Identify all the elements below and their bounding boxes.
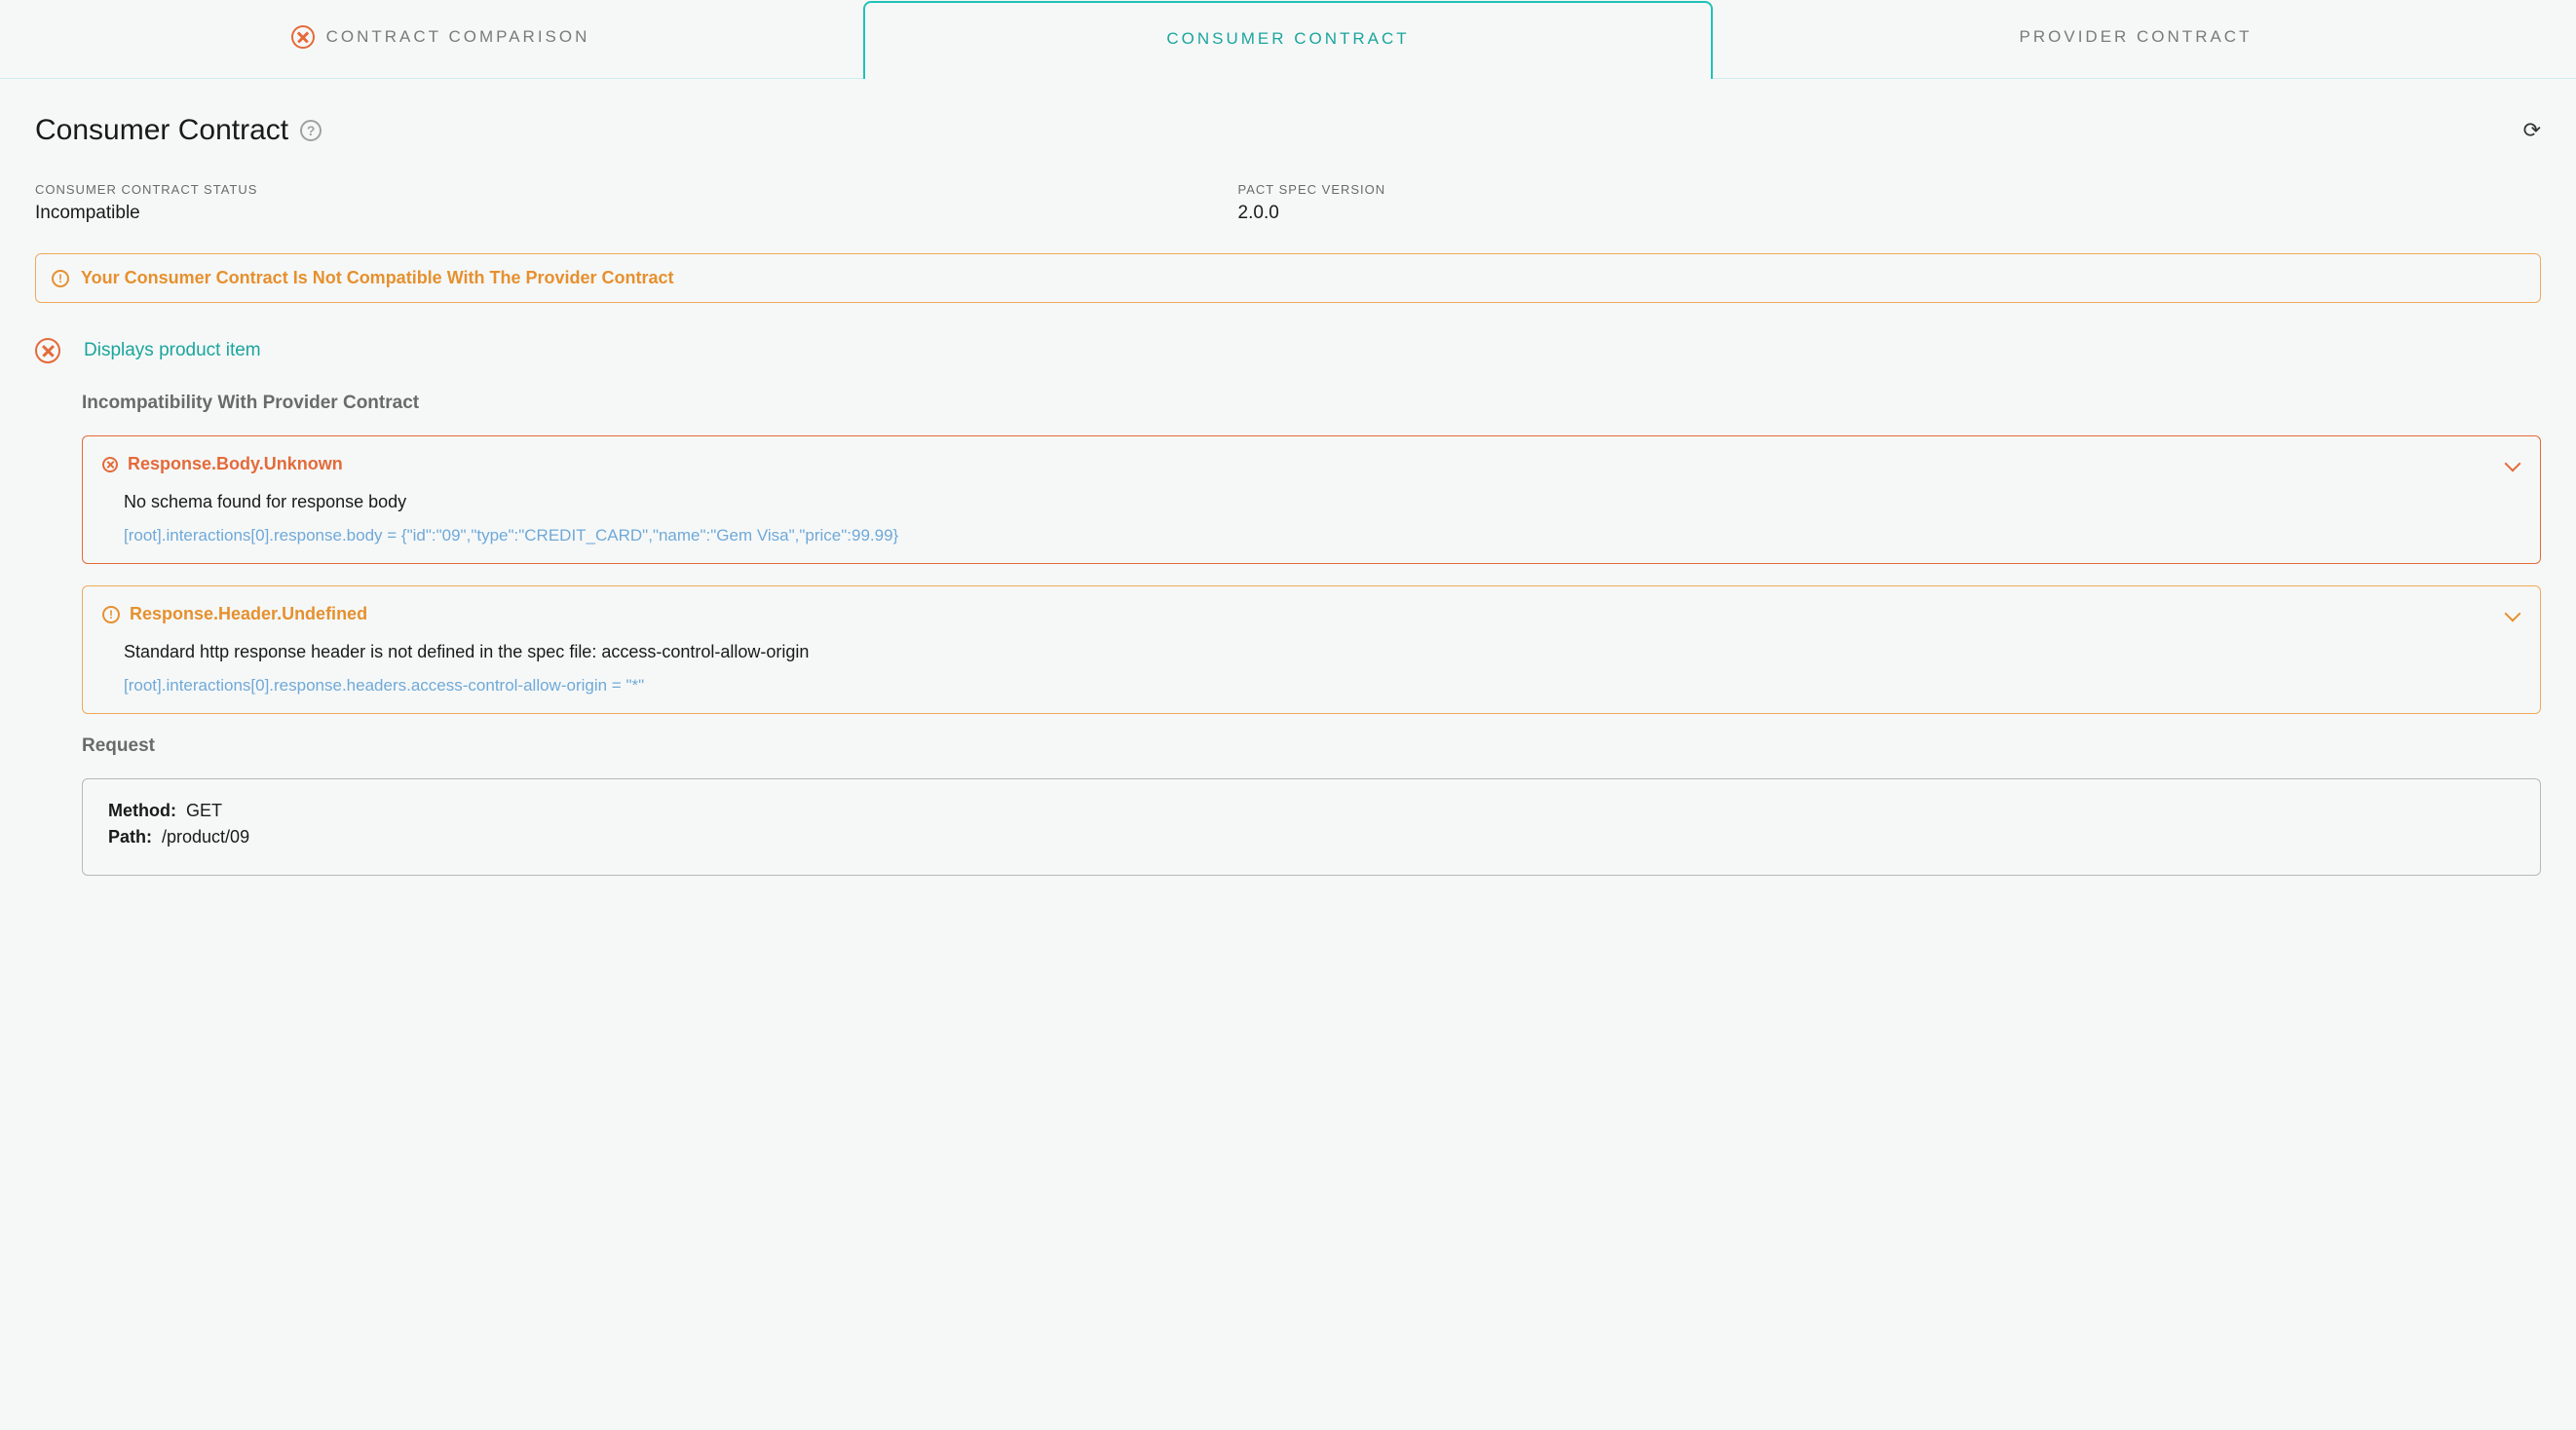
tab-label: CONSUMER CONTRACT bbox=[1166, 29, 1409, 49]
tab-bar: CONTRACT COMPARISON CONSUMER CONTRACT PR… bbox=[0, 0, 2576, 79]
refresh-icon[interactable]: ⟳ bbox=[2523, 118, 2541, 143]
issue-description: No schema found for response body bbox=[124, 492, 2520, 512]
version-value: 2.0.0 bbox=[1238, 203, 2442, 224]
interaction-header: Displays product item bbox=[35, 338, 2541, 363]
warning-icon: ! bbox=[102, 606, 120, 623]
issue-path: [root].interactions[0].response.headers.… bbox=[124, 676, 2520, 696]
tab-consumer-contract[interactable]: CONSUMER CONTRACT bbox=[863, 1, 1713, 79]
tab-label: PROVIDER CONTRACT bbox=[2020, 27, 2253, 47]
path-value: /product/09 bbox=[162, 827, 249, 847]
method-label: Method: bbox=[108, 801, 176, 820]
tab-label: CONTRACT COMPARISON bbox=[326, 27, 590, 47]
issue-card: Response.Body.Unknown No schema found fo… bbox=[82, 435, 2541, 564]
error-icon bbox=[102, 457, 118, 472]
error-icon bbox=[35, 338, 60, 363]
request-box: Method: GET Path: /product/09 bbox=[82, 778, 2541, 876]
chevron-down-icon[interactable] bbox=[2507, 458, 2520, 471]
banner-text: Your Consumer Contract Is Not Compatible… bbox=[81, 268, 674, 288]
issue-description: Standard http response header is not def… bbox=[124, 642, 2520, 662]
interaction-title[interactable]: Displays product item bbox=[84, 340, 261, 361]
incompatibility-heading: Incompatibility With Provider Contract bbox=[82, 393, 2541, 414]
meta-row: CONSUMER CONTRACT STATUS Incompatible PA… bbox=[35, 182, 2541, 224]
issue-title: Response.Header.Undefined bbox=[130, 604, 367, 624]
path-label: Path: bbox=[108, 827, 152, 847]
issue-card: ! Response.Header.Undefined Standard htt… bbox=[82, 585, 2541, 714]
chevron-down-icon[interactable] bbox=[2507, 608, 2520, 621]
title-row: Consumer Contract ? ⟳ bbox=[35, 114, 2541, 147]
help-icon[interactable]: ? bbox=[300, 120, 322, 141]
issue-path: [root].interactions[0].response.body = {… bbox=[124, 526, 2520, 546]
request-heading: Request bbox=[82, 735, 2541, 757]
method-value: GET bbox=[186, 801, 222, 820]
page-title: Consumer Contract bbox=[35, 114, 288, 147]
status-label: CONSUMER CONTRACT STATUS bbox=[35, 182, 1238, 197]
issue-title: Response.Body.Unknown bbox=[128, 454, 343, 474]
tab-contract-comparison[interactable]: CONTRACT COMPARISON bbox=[18, 0, 863, 78]
incompatibility-banner: ! Your Consumer Contract Is Not Compatib… bbox=[35, 253, 2541, 303]
error-icon bbox=[291, 25, 315, 49]
content-area: Consumer Contract ? ⟳ CONSUMER CONTRACT … bbox=[0, 79, 2576, 911]
warning-icon: ! bbox=[52, 270, 69, 287]
status-value: Incompatible bbox=[35, 203, 1238, 224]
tab-provider-contract[interactable]: PROVIDER CONTRACT bbox=[1713, 0, 2558, 78]
version-label: PACT SPEC VERSION bbox=[1238, 182, 2442, 197]
